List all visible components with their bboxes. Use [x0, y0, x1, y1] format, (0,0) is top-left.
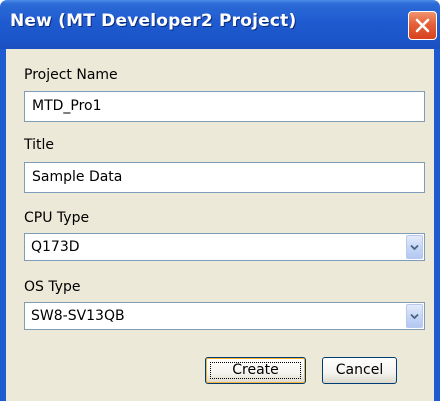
os-type-dropdown-button[interactable]	[406, 304, 423, 328]
os-type-select[interactable]: SW8-SV13QB	[24, 302, 425, 330]
window-title: New (MT Developer2 Project)	[10, 11, 297, 31]
project-name-label: Project Name	[24, 67, 118, 83]
window-frame-right	[434, 49, 440, 401]
close-button[interactable]	[408, 11, 437, 40]
project-name-input[interactable]: MTD_Pro1	[24, 91, 425, 122]
cpu-type-label: CPU Type	[24, 210, 90, 226]
cpu-type-dropdown-button[interactable]	[406, 235, 423, 259]
dialog-body: Project Name MTD_Pro1 Title Sample Data …	[6, 49, 434, 401]
new-project-dialog: New (MT Developer2 Project) Project Name…	[0, 0, 440, 401]
os-type-value: SW8-SV13QB	[31, 308, 125, 324]
chevron-down-icon	[410, 313, 419, 320]
close-x-icon	[415, 18, 430, 33]
create-button-label: Create	[232, 362, 279, 378]
cpu-type-value: Q173D	[31, 239, 80, 255]
cancel-button[interactable]: Cancel	[322, 357, 397, 384]
cancel-button-label: Cancel	[335, 362, 384, 378]
chevron-down-icon	[410, 244, 419, 251]
title-label: Title	[24, 137, 55, 153]
title-input[interactable]: Sample Data	[24, 162, 425, 193]
create-button[interactable]: Create	[205, 357, 306, 384]
cpu-type-select[interactable]: Q173D	[24, 233, 425, 261]
os-type-label: OS Type	[24, 279, 81, 295]
title-bar[interactable]: New (MT Developer2 Project)	[0, 0, 440, 49]
